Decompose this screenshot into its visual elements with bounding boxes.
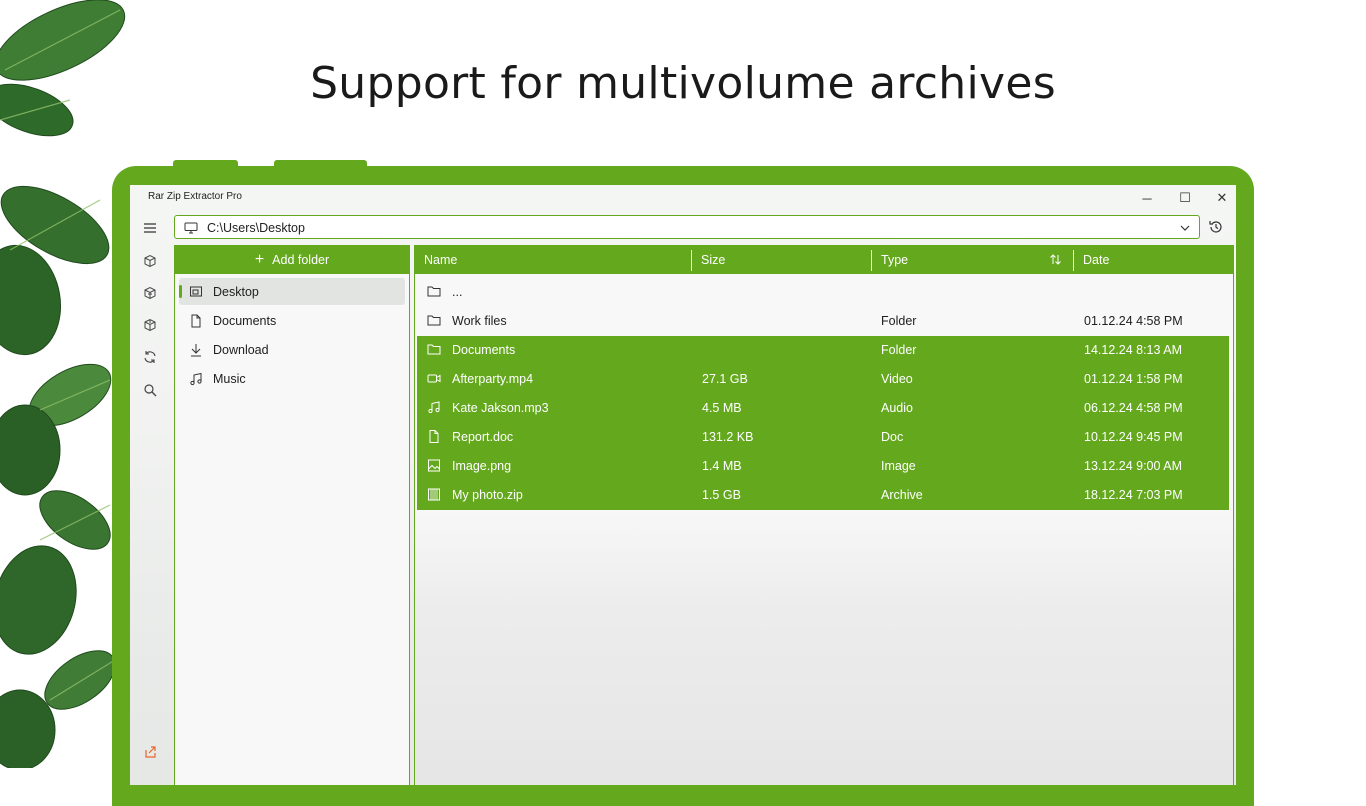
add-folder-label: Add folder	[272, 253, 330, 267]
sidebar-item-label: Documents	[213, 313, 277, 328]
desktop-icon	[189, 285, 205, 299]
computer-icon	[184, 221, 198, 239]
table-row[interactable]: Kate Jakson.mp3 4.5 MB Audio 06.12.24 4:…	[417, 394, 1229, 423]
file-list: Name Size Type Date ... Work files Folde…	[414, 245, 1234, 785]
file-type: Archive	[881, 488, 923, 502]
file-size: 1.4 MB	[702, 459, 742, 473]
address-bar[interactable]: C:\Users\Desktop	[174, 215, 1200, 239]
chevron-down-icon[interactable]	[1179, 221, 1191, 239]
table-row[interactable]: Afterparty.mp4 27.1 GB Video 01.12.24 1:…	[417, 365, 1229, 394]
column-header-size[interactable]: Size	[701, 253, 725, 267]
sidebar-item-music[interactable]: Music	[179, 365, 405, 392]
file-size: 1.5 GB	[702, 488, 741, 502]
plus-icon: +	[254, 251, 265, 268]
file-size: 4.5 MB	[702, 401, 742, 415]
folder-icon	[427, 314, 441, 330]
search-icon[interactable]	[140, 380, 160, 400]
list-background	[415, 506, 1233, 785]
compress-box-icon[interactable]	[140, 315, 160, 335]
file-name: My photo.zip	[452, 488, 523, 502]
sidebar-item-label: Music	[213, 371, 246, 386]
file-type: Audio	[881, 401, 913, 415]
sidebar-item-label: Download	[213, 342, 269, 357]
title-bar: Rar Zip Extractor Pro ─ ☐ ✕	[130, 185, 1236, 211]
folder-icon	[427, 285, 441, 301]
column-header-date[interactable]: Date	[1083, 253, 1109, 267]
image-icon	[427, 459, 441, 475]
file-name: Afterparty.mp4	[452, 372, 534, 386]
sync-icon[interactable]	[140, 347, 160, 367]
file-size: 131.2 KB	[702, 430, 754, 444]
file-date: 01.12.24 1:58 PM	[1084, 372, 1183, 386]
minimize-button[interactable]: ─	[1128, 185, 1166, 211]
file-type: Doc	[881, 430, 904, 444]
download-icon	[189, 343, 205, 357]
sidebar-item-desktop[interactable]: Desktop	[179, 278, 405, 305]
column-separator[interactable]	[691, 250, 692, 271]
file-type: Folder	[881, 314, 917, 328]
file-date: 13.12.24 9:00 AM	[1084, 459, 1182, 473]
folder-sidebar: + Add folder Desktop Documents Download	[174, 245, 410, 785]
menu-icon[interactable]	[140, 218, 160, 238]
table-row[interactable]: ...	[417, 278, 1229, 307]
audio-icon	[427, 401, 441, 417]
app-window: Rar Zip Extractor Pro ─ ☐ ✕ C:\Users\Des…	[130, 185, 1236, 785]
file-date: 10.12.24 9:45 PM	[1084, 430, 1183, 444]
file-size: 27.1 GB	[702, 372, 748, 386]
file-type: Video	[881, 372, 913, 386]
column-separator[interactable]	[1073, 250, 1074, 271]
file-name: Documents	[452, 343, 516, 357]
history-icon[interactable]	[1208, 219, 1224, 240]
table-row[interactable]: Documents Folder 14.12.24 8:13 AM	[417, 336, 1229, 365]
file-date: 14.12.24 8:13 AM	[1084, 343, 1182, 357]
folder-icon	[427, 343, 441, 359]
file-date: 01.12.24 4:58 PM	[1084, 314, 1183, 328]
maximize-button[interactable]: ☐	[1166, 185, 1204, 211]
close-button[interactable]: ✕	[1203, 185, 1236, 211]
video-icon	[427, 372, 441, 388]
app-title: Rar Zip Extractor Pro	[148, 191, 242, 202]
column-header-name[interactable]: Name	[424, 253, 457, 267]
add-folder-button[interactable]: + Add folder	[175, 246, 409, 274]
archive-icon	[427, 488, 441, 504]
column-header-row: Name Size Type Date	[415, 246, 1233, 274]
file-name: Report.doc	[452, 430, 514, 444]
file-name: ...	[452, 285, 463, 299]
file-type: Folder	[881, 343, 917, 357]
file-name: Work files	[452, 314, 507, 328]
column-header-type[interactable]: Type	[881, 253, 908, 267]
sort-icon[interactable]	[1049, 253, 1062, 269]
file-date: 18.12.24 7:03 PM	[1084, 488, 1183, 502]
table-row[interactable]: Report.doc 131.2 KB Doc 10.12.24 9:45 PM	[417, 423, 1229, 452]
archive-box-icon[interactable]	[140, 251, 160, 271]
table-row[interactable]: Image.png 1.4 MB Image 13.12.24 9:00 AM	[417, 452, 1229, 481]
document-icon	[189, 314, 205, 328]
file-type: Image	[881, 459, 916, 473]
sidebar-item-documents[interactable]: Documents	[179, 307, 405, 334]
file-date: 06.12.24 4:58 PM	[1084, 401, 1183, 415]
music-icon	[189, 372, 205, 386]
share-icon[interactable]	[144, 745, 157, 763]
address-path: C:\Users\Desktop	[207, 221, 305, 235]
table-row[interactable]: My photo.zip 1.5 GB Archive 18.12.24 7:0…	[417, 481, 1229, 510]
column-separator[interactable]	[871, 250, 872, 271]
file-name: Kate Jakson.mp3	[452, 401, 549, 415]
headline: Support for multivolume archives	[310, 58, 1056, 109]
file-name: Image.png	[452, 459, 512, 473]
table-row[interactable]: Work files Folder 01.12.24 4:58 PM	[417, 307, 1229, 336]
sidebar-item-download[interactable]: Download	[179, 336, 405, 363]
document-icon	[427, 430, 441, 446]
sidebar-item-label: Desktop	[213, 284, 259, 299]
extract-box-icon[interactable]	[140, 283, 160, 303]
